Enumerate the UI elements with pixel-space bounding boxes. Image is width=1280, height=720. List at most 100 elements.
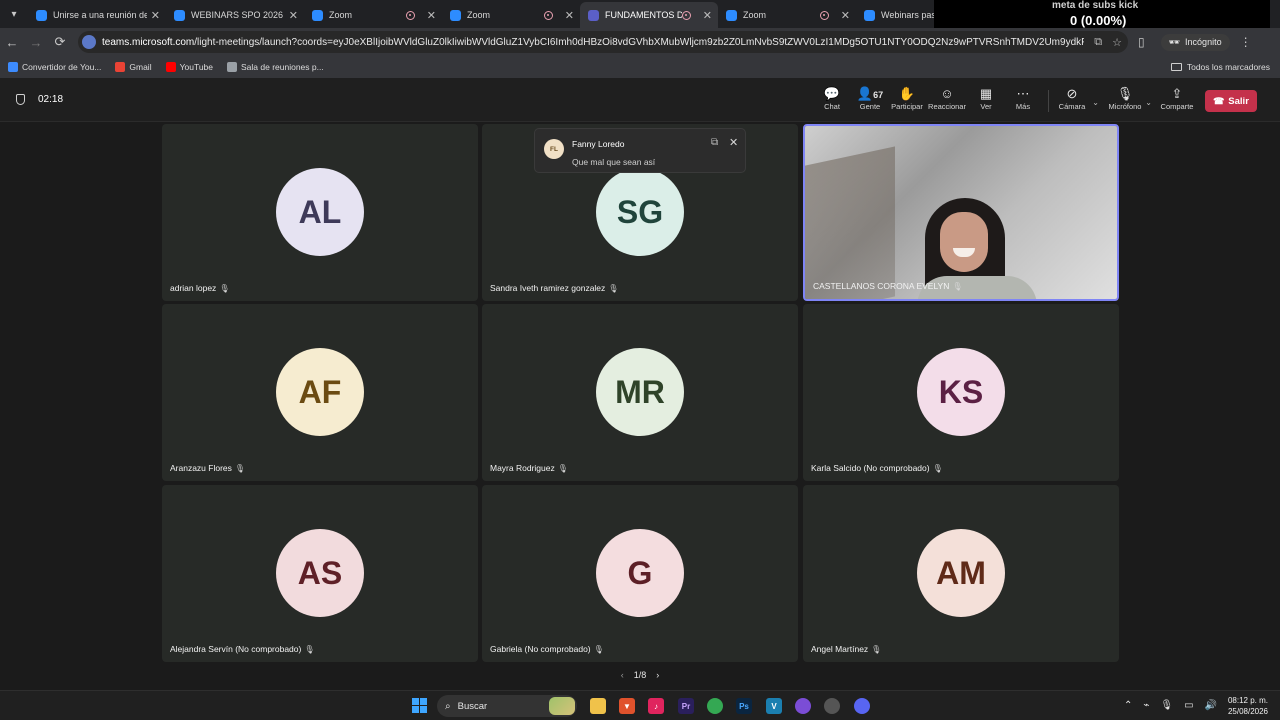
chat-notification[interactable]: FL Fanny Loredo Que mal que sean así ⧉ ✕ <box>534 128 746 173</box>
participant-tile[interactable]: KS Karla Salcido (No comprobado) 🎙 <box>803 304 1119 481</box>
network-icon[interactable]: ▭ <box>1184 700 1193 711</box>
forward-arrow-icon[interactable]: → <box>24 35 48 50</box>
obs-icon[interactable] <box>795 698 811 714</box>
incognito-badge[interactable]: 🕶 Incógnito <box>1160 33 1230 51</box>
premiere-icon[interactable]: Pr <box>678 698 694 714</box>
browser-tab[interactable]: WEBINARS SPO 2026 ✕ <box>166 2 304 28</box>
tray-overflow-icon[interactable]: ⌃ <box>1124 700 1132 711</box>
participant-name-tag: Alejandra Servín (No comprobado) 🎙 <box>170 644 315 654</box>
tab-search-chevron-icon[interactable]: ▾ <box>0 0 28 28</box>
mic-options-chevron-icon[interactable]: ⌄ <box>1145 98 1152 107</box>
tray-app-icon[interactable]: ⌁ <box>1143 700 1149 711</box>
mic-label: Micrófono <box>1108 102 1142 111</box>
tiktok-icon[interactable]: ♪ <box>648 698 664 714</box>
bookmark-star-icon[interactable]: ☆ <box>1112 36 1122 49</box>
brave-icon[interactable]: ▼ <box>619 698 635 714</box>
browser-tab[interactable]: Zoom ✕ <box>718 2 856 28</box>
bookmark-favicon-icon <box>227 62 237 72</box>
share-button[interactable]: ⇪ Comparte <box>1156 86 1198 111</box>
close-tab-icon[interactable]: ✕ <box>427 9 436 22</box>
volume-icon[interactable]: 🔊 <box>1205 700 1217 711</box>
bookmark-label: Gmail <box>129 62 152 72</box>
close-icon[interactable]: ✕ <box>729 136 738 149</box>
url-input[interactable]: teams.microsoft.com/light-meetings/launc… <box>78 31 1128 53</box>
bookmark-item[interactable]: Convertidor de You... <box>8 62 101 72</box>
more-button[interactable]: ⋯ Más <box>1002 86 1044 111</box>
close-tab-icon[interactable]: ✕ <box>565 9 574 22</box>
chrome-icon[interactable] <box>707 698 723 714</box>
people-label: Gente <box>859 102 881 111</box>
steam-icon[interactable] <box>824 698 840 714</box>
browser-tab-title: Zoom <box>467 10 491 20</box>
microphone-button[interactable]: 🎙 Micrófono ⌄ <box>1104 86 1152 111</box>
taskbar-search[interactable]: ⌕ Buscar <box>437 695 577 717</box>
camera-button[interactable]: ⊘ Cámara ⌄ <box>1051 86 1099 111</box>
view-button[interactable]: ▦ Ver <box>965 86 1007 111</box>
view-label: Ver <box>980 102 992 111</box>
toast-avatar: FL <box>544 139 564 159</box>
close-tab-icon[interactable]: ✕ <box>841 9 850 22</box>
side-panel-icon[interactable]: ▯ <box>1138 35 1145 49</box>
camera-off-icon: ⊘ <box>1066 86 1078 101</box>
all-bookmarks-button[interactable]: Todos los marcadores <box>1170 62 1270 72</box>
taskbar-clock[interactable]: 08:12 p. m. 25/08/2026 <box>1222 695 1268 717</box>
people-button[interactable]: 👤67 Gente <box>849 86 891 111</box>
next-page-icon[interactable]: › <box>656 670 659 680</box>
photoshop-icon[interactable]: Ps <box>736 698 752 714</box>
mic-muted-icon: 🎙 <box>952 281 963 291</box>
raise-hand-button[interactable]: ✋ Participar <box>886 86 928 111</box>
file-explorer-icon[interactable] <box>590 698 606 714</box>
participant-tile[interactable]: AM Angel Martínez 🎙 <box>803 485 1119 662</box>
stream-overlay-title: meta de subs kick <box>1052 0 1139 11</box>
participant-name: CASTELLANOS CORONA EVELYN <box>813 281 950 291</box>
browser-tab-title: Unirse a una reunión de Zoom <box>53 10 147 20</box>
browser-tab-title: WEBINARS SPO 2026 <box>191 10 284 20</box>
chat-label: Chat <box>824 102 840 111</box>
prev-page-icon[interactable]: ‹ <box>621 670 624 680</box>
participant-name: Sandra Iveth ramirez gonzalez <box>490 283 606 293</box>
bookmark-label: Convertidor de You... <box>22 62 102 72</box>
recording-icon <box>543 10 553 20</box>
participant-tile[interactable]: AL adrian lopez 🎙 <box>162 124 478 301</box>
zoom-favicon-icon <box>864 9 875 21</box>
close-tab-icon[interactable]: ✕ <box>289 9 298 22</box>
participant-tile[interactable]: AS Alejandra Servín (No comprobado) 🎙 <box>162 485 478 662</box>
chat-button[interactable]: 💬 Chat <box>811 86 853 111</box>
tray-mic-icon[interactable]: 🎙 <box>1160 700 1173 711</box>
translate-icon[interactable]: ⧉ <box>1094 36 1102 49</box>
close-tab-icon[interactable]: ✕ <box>151 9 160 22</box>
participant-tile[interactable]: G Gabriela (No comprobado) 🎙 <box>482 485 798 662</box>
all-bookmarks-label: Todos los marcadores <box>1186 62 1270 72</box>
raise-hand-label: Participar <box>891 102 923 111</box>
popout-icon[interactable]: ⧉ <box>711 137 718 148</box>
browser-tab[interactable]: Zoom ✕ <box>442 2 580 28</box>
camera-options-chevron-icon[interactable]: ⌄ <box>1092 98 1099 107</box>
browser-tab[interactable]: Unirse a una reunión de Zoom ✕ <box>28 2 166 28</box>
bookmark-item[interactable]: YouTube <box>165 62 213 72</box>
start-windows-icon[interactable] <box>412 698 427 713</box>
bookmark-favicon-icon <box>165 62 176 72</box>
participant-tile[interactable]: MR Mayra Rodriguez 🎙 <box>482 304 798 481</box>
zoom-favicon-icon <box>726 9 737 21</box>
participant-tile[interactable]: CASTELLANOS CORONA EVELYN 🎙 <box>803 124 1119 301</box>
page-indicator: 1/8 <box>633 670 647 680</box>
browser-tab[interactable]: FUNDAMENTOS DE MI ✕ <box>580 2 718 28</box>
bookmark-item[interactable]: Sala de reuniones p... <box>227 62 324 72</box>
browser-menu-icon[interactable]: ⋮ <box>1240 35 1252 49</box>
back-arrow-icon[interactable]: ← <box>0 35 24 50</box>
search-icon: ⌕ <box>445 700 451 712</box>
search-highlight-image <box>549 697 575 715</box>
discord-icon[interactable] <box>854 698 870 714</box>
participant-tile[interactable]: AF Aranzazu Flores 🎙 <box>162 304 478 481</box>
participant-name-tag: Angel Martínez 🎙 <box>811 644 881 654</box>
close-tab-icon[interactable]: ✕ <box>703 9 712 22</box>
recording-icon <box>819 10 829 20</box>
site-info-icon[interactable] <box>82 35 96 49</box>
vegas-icon[interactable]: V <box>766 698 782 714</box>
bookmark-item[interactable]: Gmail <box>115 62 152 72</box>
leave-button[interactable]: ☎ Salir <box>1205 90 1257 112</box>
hand-icon: ✋ <box>898 86 916 101</box>
react-button[interactable]: ☺ Reaccionar <box>926 86 968 111</box>
browser-tab[interactable]: Zoom ✕ <box>304 2 442 28</box>
reload-icon[interactable]: ⟳ <box>48 34 72 50</box>
